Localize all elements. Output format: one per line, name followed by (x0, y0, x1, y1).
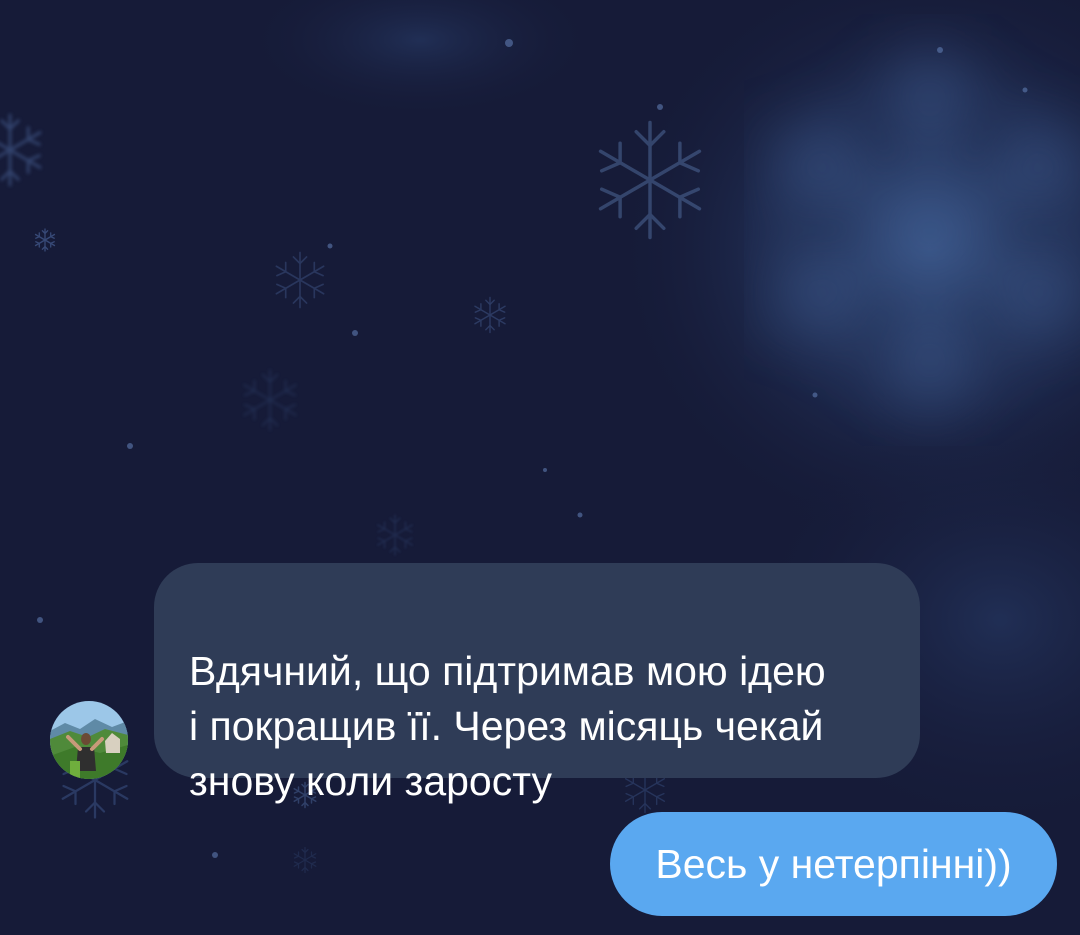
avatar[interactable] (50, 701, 128, 779)
chat-area: Вдячний, що підтримав мою ідею і покращи… (0, 0, 1080, 935)
landscape-photo-icon (50, 701, 128, 779)
outgoing-message-text: Весь у нетерпінні)) (655, 841, 1012, 887)
outgoing-message-bubble[interactable]: Весь у нетерпінні)) (610, 812, 1057, 916)
incoming-message-bubble[interactable]: Вдячний, що підтримав мою ідею і покращи… (154, 563, 920, 804)
